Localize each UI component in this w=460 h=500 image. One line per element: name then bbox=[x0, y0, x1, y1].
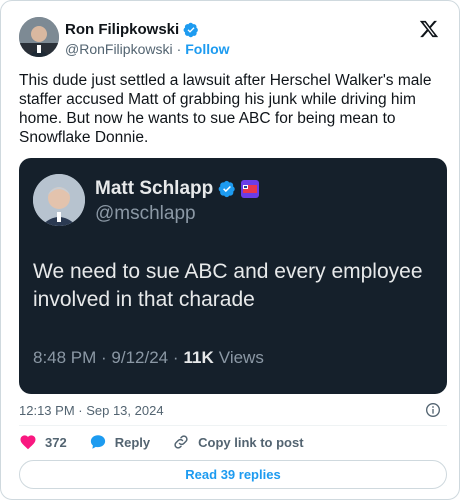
like-action[interactable]: 372 bbox=[19, 433, 67, 451]
info-icon[interactable] bbox=[425, 402, 441, 418]
tweet-text: This dude just settled a lawsuit after H… bbox=[19, 72, 432, 146]
tweet-timestamp[interactable]: 12:13 PM · Sep 13, 2024 bbox=[19, 403, 164, 418]
quoted-author-name[interactable]: Matt Schlapp bbox=[95, 178, 213, 200]
heart-icon bbox=[20, 435, 36, 450]
author-name-row: Ron Filipkowski bbox=[65, 21, 199, 38]
author-avatar[interactable] bbox=[19, 17, 59, 57]
link-icon bbox=[174, 435, 188, 449]
quoted-tweet-time[interactable]: 8:48 PM · 9/12/24 · bbox=[33, 348, 179, 368]
copy-link-action[interactable]: Copy link to post bbox=[172, 433, 304, 451]
tweet-embed-card: Ron Filipkowski @RonFilipkowski · Follow… bbox=[0, 0, 460, 500]
reply-action[interactable]: Reply bbox=[89, 433, 150, 451]
reply-bubble-icon bbox=[90, 435, 105, 449]
verified-badge-icon bbox=[183, 22, 199, 37]
follow-button[interactable]: Follow bbox=[185, 41, 229, 57]
quoted-author-avatar[interactable] bbox=[33, 174, 85, 226]
copy-link-label: Copy link to post bbox=[198, 434, 304, 450]
quoted-tweet[interactable]: Matt Schlapp @mschlapp We need to sue AB… bbox=[19, 158, 447, 394]
cpac-affiliate-badge-icon bbox=[241, 180, 260, 198]
verified-badge-icon bbox=[218, 180, 235, 198]
separator-dot: · bbox=[176, 41, 182, 57]
quoted-views-count: 11K bbox=[183, 348, 214, 367]
divider bbox=[19, 425, 447, 426]
author-handle[interactable]: @RonFilipkowski bbox=[65, 41, 173, 57]
quoted-tweet-text: We need to sue ABC and every employee in… bbox=[33, 260, 423, 311]
action-bar: 372 Reply Copy link to post bbox=[19, 433, 326, 451]
like-count: 372 bbox=[45, 434, 67, 450]
quoted-tweet-meta: 8:48 PM · 9/12/24 · 11K Views bbox=[33, 348, 264, 368]
reply-label: Reply bbox=[114, 434, 151, 450]
quoted-views-label: Views bbox=[218, 348, 264, 367]
x-logo-icon[interactable] bbox=[419, 19, 439, 39]
quoted-author-handle[interactable]: @mschlapp bbox=[95, 203, 196, 225]
author-name[interactable]: Ron Filipkowski bbox=[65, 21, 179, 38]
author-handle-row: @RonFilipkowski · Follow bbox=[65, 41, 230, 57]
read-replies-button[interactable]: Read 39 replies bbox=[19, 460, 447, 489]
quoted-name-row: Matt Schlapp bbox=[95, 178, 260, 200]
